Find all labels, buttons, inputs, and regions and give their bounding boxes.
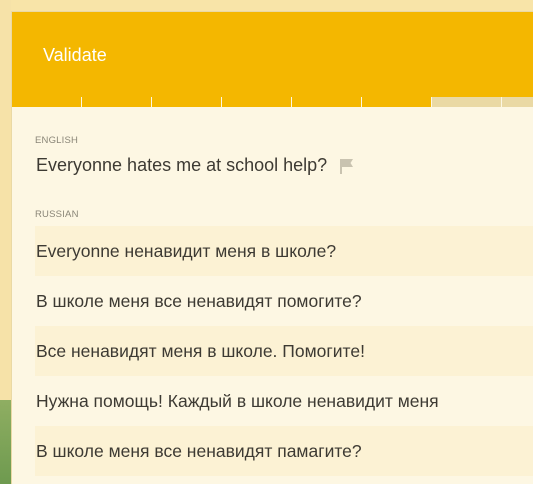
- translation-option[interactable]: В школе меня все ненавидят помогите?: [35, 276, 533, 326]
- progress-segment: [12, 97, 82, 107]
- background-top: [0, 0, 533, 11]
- progress-segment: [82, 97, 152, 107]
- page-title: Validate: [43, 45, 107, 65]
- background-left: [0, 0, 11, 484]
- source-text: Everyonne hates me at school help?: [36, 154, 328, 175]
- progress-segment: [292, 97, 362, 107]
- translation-option[interactable]: Everyonne ненавидит меня в школе?: [35, 226, 533, 276]
- progress-segment: [362, 97, 432, 107]
- validate-card: Validate ENGLISH Everyonne hates me at s…: [11, 11, 533, 484]
- translation-list: Everyonne ненавидит меня в школе? В школ…: [35, 226, 533, 476]
- progress-segment: [502, 97, 533, 107]
- progress-segment: [152, 97, 222, 107]
- translation-option[interactable]: Все ненавидят меня в школе. Помогите!: [35, 326, 533, 376]
- source-sentence: Everyonne hates me at school help?: [36, 153, 356, 177]
- target-language-label: RUSSIAN: [35, 209, 79, 220]
- translation-option[interactable]: Нужна помощь! Каждый в школе ненавидит м…: [35, 376, 533, 426]
- progress-bar: [12, 97, 533, 107]
- progress-segment: [432, 97, 502, 107]
- source-language-label: ENGLISH: [35, 135, 79, 146]
- translation-option[interactable]: В школе меня все ненавидят памагите?: [35, 426, 533, 476]
- header-bar: Validate: [12, 12, 533, 97]
- flag-icon[interactable]: [338, 157, 356, 175]
- progress-segment: [222, 97, 292, 107]
